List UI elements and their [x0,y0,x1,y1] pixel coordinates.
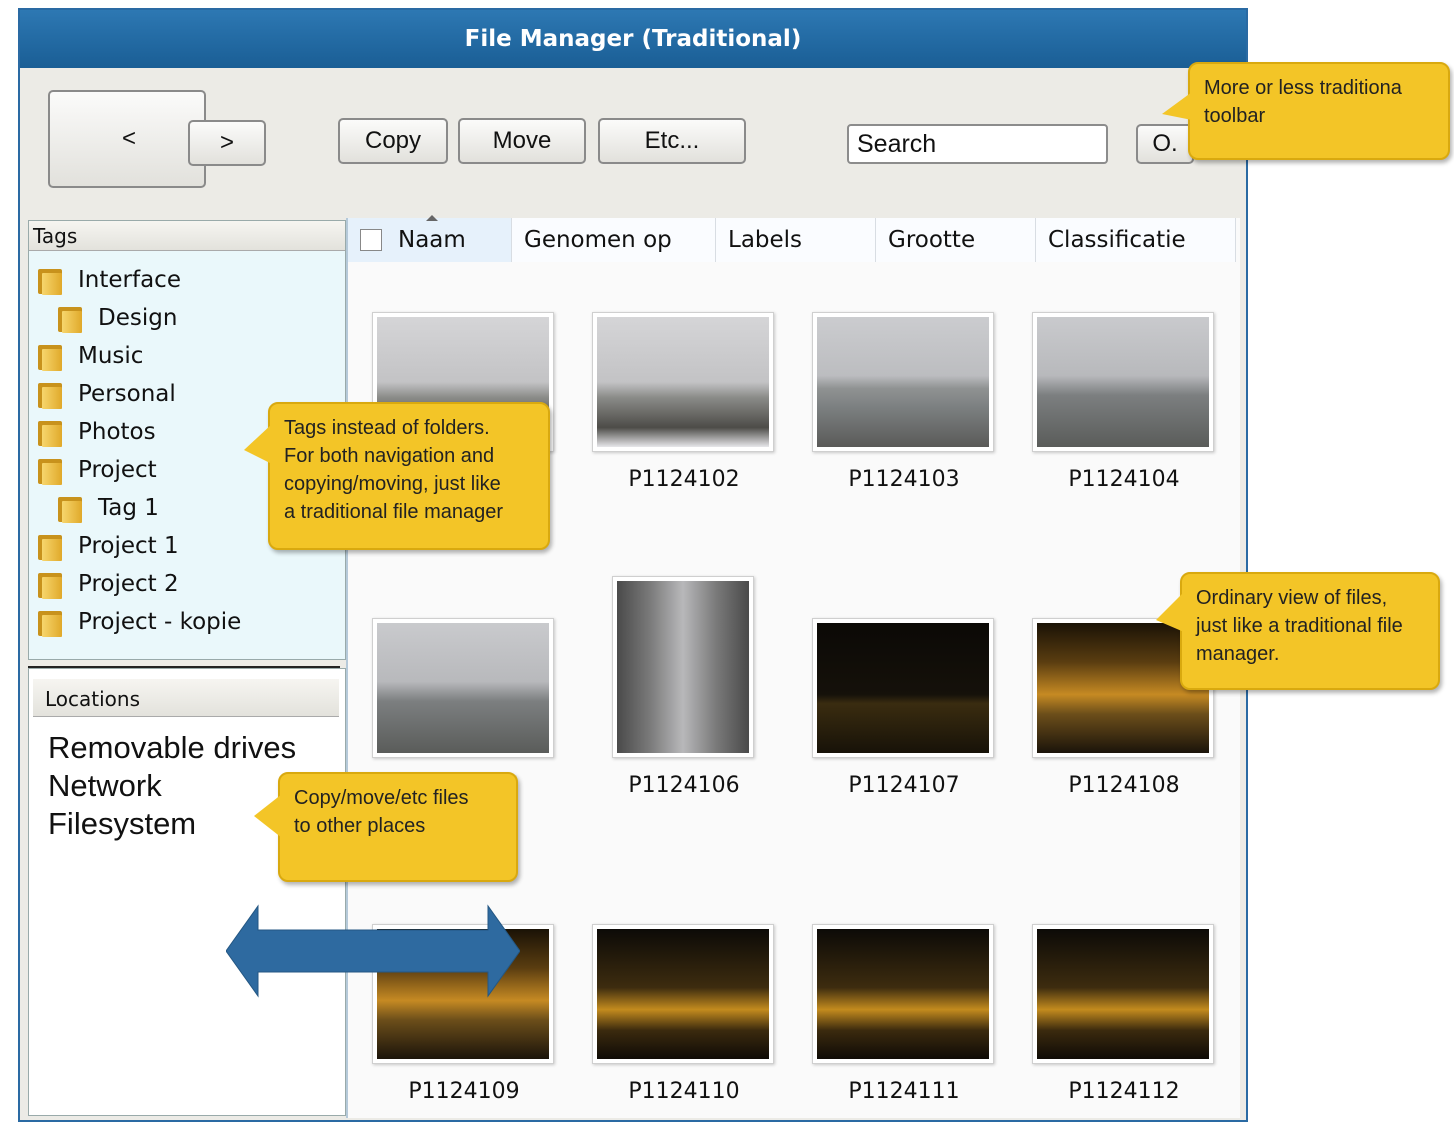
file-thumb-p1124110[interactable] [592,924,774,1064]
tag-item-label: Design [98,305,178,331]
callout-toolbar-tail [1162,92,1192,120]
file-thumb-p1124103[interactable] [812,312,994,452]
column-labels-label: Labels [728,227,803,253]
file-thumb-p1124104[interactable] [1032,312,1214,452]
callout-tags-line-3: copying/moving, just like [284,473,501,495]
tag-item-label: Project - kopie [78,609,242,635]
tag-item-label: Project 1 [78,533,179,559]
tag-item-design[interactable]: Design [58,304,178,333]
callout-tags-tail [244,424,272,464]
file-name-p1124108: P1124108 [1068,773,1180,798]
callout-view-line-1: Ordinary view of files, [1196,587,1388,609]
column-naam-label: Naam [398,227,466,253]
callout-locations-line-2: to other places [294,815,426,837]
file-name-p1124109: P1124109 [408,1079,520,1104]
folder-icon [38,456,64,485]
locations-header: Locations [33,679,339,717]
file-name-p1124110: P1124110 [628,1079,740,1104]
column-header-classificatie[interactable]: Classificatie [1036,218,1236,262]
folder-icon [38,608,64,637]
move-button[interactable]: Move [458,118,586,164]
file-name-p1124107: P1124107 [848,773,960,798]
tag-item-label: Personal [78,381,176,407]
back-label: < [122,125,137,152]
callout-view: Ordinary view of files, just like a trad… [1180,572,1440,690]
callout-tags-line-4: a traditional file manager [284,501,504,523]
file-thumb-p1124106[interactable] [612,576,754,758]
callout-tags: Tags instead of folders. For both naviga… [268,402,550,550]
tags-header: Tags [29,221,345,251]
callout-tags-line-1: Tags instead of folders. [284,417,490,439]
file-thumb-p1124105[interactable] [372,618,554,758]
file-name-p1124103: P1124103 [848,467,960,492]
forward-label: > [219,129,234,156]
file-thumb-p1124111[interactable] [812,924,994,1064]
tag-item-label: Project 2 [78,571,179,597]
file-name-p1124104: P1124104 [1068,467,1180,492]
select-all-checkbox[interactable] [360,229,382,251]
callout-tags-line-2: For both navigation and [284,445,495,467]
tag-item-project[interactable]: Project [38,456,157,485]
tag-item-tag-1[interactable]: Tag 1 [58,494,159,523]
folder-icon [58,304,84,333]
file-thumb-p1124112[interactable] [1032,924,1214,1064]
tag-item-label: Project [78,457,157,483]
double-arrow-icon [226,904,520,998]
copy-button[interactable]: Copy [338,118,448,164]
location-filesystem[interactable]: Filesystem [48,806,196,842]
tag-item-label: Interface [78,267,181,293]
sort-indicator-icon [426,215,438,221]
search-input[interactable]: Search [847,124,1108,164]
folder-icon [58,494,84,523]
tag-item-project-kopie[interactable]: Project - kopie [38,608,242,637]
forward-button[interactable]: > [188,120,266,166]
column-genomen-op-label: Genomen op [524,227,672,253]
file-name-p1124112: P1124112 [1068,1079,1180,1104]
column-header-genomen-op[interactable]: Genomen op [512,218,716,262]
column-header-grootte[interactable]: Grootte [876,218,1036,262]
callout-view-line-3: manager. [1196,643,1280,665]
callout-view-tail [1156,592,1184,632]
callout-locations-line-1: Copy/move/etc files [294,787,469,809]
tags-header-label: Tags [33,224,78,248]
location-removable-drives[interactable]: Removable drives [48,730,296,766]
location-network[interactable]: Network [48,768,162,804]
callout-toolbar: More or less traditiona toolbar [1188,62,1450,160]
folder-icon [38,532,64,561]
tag-item-project-2[interactable]: Project 2 [38,570,179,599]
file-thumb-p1124102[interactable] [592,312,774,452]
column-grootte-label: Grootte [888,227,976,253]
folder-icon [38,266,64,295]
callout-toolbar-line-1: More or less traditiona [1204,77,1402,99]
file-thumb-p1124107[interactable] [812,618,994,758]
tag-item-photos[interactable]: Photos [38,418,156,447]
back-button[interactable]: < [48,90,206,188]
tag-item-label: Music [78,343,144,369]
column-header-naam[interactable]: Naam [348,218,512,262]
tag-item-label: Tag 1 [98,495,159,521]
folder-icon [38,418,64,447]
folder-icon [38,342,64,371]
options-button[interactable]: O. [1136,124,1194,164]
tag-item-personal[interactable]: Personal [38,380,176,409]
file-name-p1124111: P1124111 [848,1079,960,1104]
tag-item-music[interactable]: Music [38,342,144,371]
callout-toolbar-line-2: toolbar [1204,105,1266,127]
window-title: File Manager (Traditional) [20,10,1246,68]
callout-locations-tail [254,794,282,838]
callout-locations: Copy/move/etc files to other places [278,772,518,882]
callout-view-line-2: just like a traditional file [1196,615,1403,637]
tag-item-interface[interactable]: Interface [38,266,181,295]
file-name-p1124102: P1124102 [628,467,740,492]
folder-icon [38,380,64,409]
locations-header-label: Locations [45,687,141,711]
column-header-labels[interactable]: Labels [716,218,876,262]
tag-item-label: Photos [78,419,156,445]
column-classificatie-label: Classificatie [1048,227,1186,253]
file-name-p1124106: P1124106 [628,773,740,798]
folder-icon [38,570,64,599]
tag-item-project-1[interactable]: Project 1 [38,532,179,561]
etc-button[interactable]: Etc... [598,118,746,164]
